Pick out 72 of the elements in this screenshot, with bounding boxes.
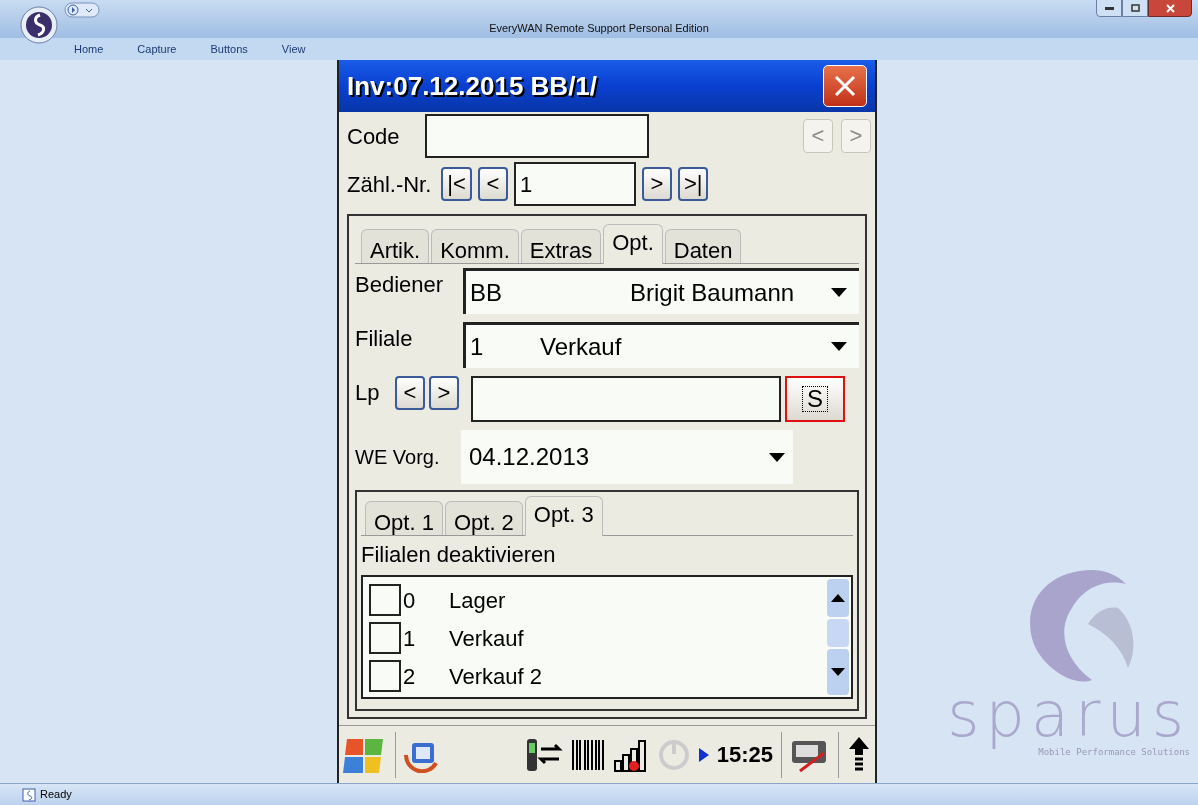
dropdown-field[interactable]: BB Brigit Baumann — [463, 268, 859, 314]
power-icon — [656, 737, 691, 772]
field-value: Brigit Baumann — [630, 277, 795, 308]
device-title: Inv:07.12.2015 BB/1/ — [347, 69, 598, 103]
tab[interactable]: Komm. — [431, 229, 519, 263]
ribbon-tab[interactable]: Buttons — [210, 40, 248, 58]
search-button[interactable]: S — [785, 376, 845, 422]
group-label: Filialen deaktivieren — [361, 541, 557, 569]
clock-time: 15:25 — [716, 741, 773, 769]
lp-input-field[interactable] — [471, 376, 781, 422]
counter-input-field[interactable]: 1 — [513, 162, 636, 206]
last-button[interactable]: >| — [677, 167, 709, 201]
field-value: 04.12.2013 — [469, 442, 590, 472]
branch-name: Verkauf 2 — [449, 662, 542, 691]
branch-number: 0 — [403, 586, 417, 615]
branch-name: Lager — [449, 586, 506, 615]
field-label: Bediener — [355, 271, 445, 299]
tab[interactable]: Artik. — [361, 229, 430, 263]
logo-tagline: Mobile Performance Solutions — [1038, 746, 1190, 759]
date-dropdown-field[interactable]: 04.12.2013 — [461, 430, 793, 484]
close-button[interactable] — [1148, 0, 1192, 17]
branch-name: Verkauf — [449, 624, 524, 653]
code-input-field[interactable] — [425, 114, 649, 158]
status-text: Ready — [40, 787, 72, 803]
ribbon-tab[interactable]: View — [281, 40, 306, 58]
minimize-icon — [1104, 6, 1114, 10]
tab[interactable]: Opt. 1 — [365, 501, 443, 535]
field-value: 1 — [470, 331, 485, 362]
field-value: BB — [470, 277, 503, 308]
previous-button[interactable]: < — [395, 376, 425, 410]
next-button[interactable]: > — [429, 376, 459, 410]
tab[interactable]: Opt. — [603, 224, 663, 264]
device-connection-icon — [524, 736, 563, 773]
barcode-icon — [570, 737, 605, 772]
scrollbar[interactable] — [825, 577, 851, 697]
field-label: Zähl.-Nr. — [347, 170, 432, 199]
dropdown-arrow-icon — [831, 288, 847, 297]
window-title: EveryWAN Remote Support Personal Edition — [488, 21, 710, 36]
field-label: Filiale — [355, 325, 414, 353]
maximize-icon — [1130, 4, 1140, 12]
tab[interactable]: Opt. 2 — [444, 501, 523, 535]
scroll-up-icon[interactable] — [831, 594, 845, 602]
tab[interactable]: Opt. 3 — [524, 496, 603, 536]
checkbox[interactable] — [369, 584, 401, 616]
branch-number: 2 — [403, 662, 417, 691]
branch-number: 1 — [403, 624, 417, 653]
dropdown-arrow-icon — [831, 342, 847, 351]
close-icon — [1165, 3, 1175, 13]
dropdown-field[interactable]: 1 Verkauf — [463, 322, 859, 368]
ribbon-tab[interactable]: Capture — [137, 40, 177, 58]
field-label: Code — [347, 122, 401, 151]
expand-arrow-icon[interactable] — [698, 747, 709, 762]
field-value: Verkauf — [540, 331, 622, 362]
ribbon-tab[interactable]: Home — [74, 40, 104, 58]
field-label: WE Vorg. — [355, 445, 441, 470]
minimize-button[interactable] — [1096, 0, 1122, 17]
checkbox[interactable] — [369, 622, 401, 654]
scroll-thumb[interactable] — [827, 619, 849, 647]
close-icon — [834, 75, 856, 97]
app-logo-icon[interactable] — [20, 6, 58, 44]
maximize-button[interactable] — [1122, 0, 1148, 17]
quick-access-play-icon[interactable] — [64, 2, 100, 18]
dropdown-arrow-icon — [769, 452, 785, 462]
next-button[interactable]: > — [641, 167, 672, 201]
checkbox[interactable] — [369, 660, 401, 692]
status-app-icon — [22, 787, 36, 802]
field-label: Lp — [355, 379, 381, 407]
previous-button[interactable]: < — [477, 167, 508, 201]
tab[interactable]: Extras — [520, 229, 602, 263]
scroll-down-icon[interactable] — [831, 668, 845, 676]
first-button[interactable]: |< — [441, 167, 472, 201]
tab[interactable]: Daten — [664, 229, 742, 263]
